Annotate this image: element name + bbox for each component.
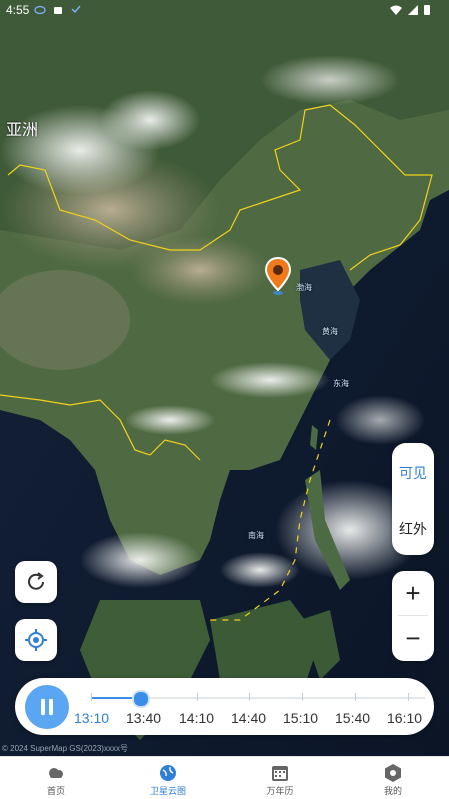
calendar-icon [272,766,288,781]
cloud-status-icon [34,5,46,15]
region-label: 亚洲 [6,122,39,139]
zoom-control: + − [392,571,434,661]
layer-visible-option[interactable]: 可见 [392,463,434,483]
tab-calendar[interactable]: 万年历 [224,757,336,799]
tab-label: 首页 [46,786,65,796]
locate-button[interactable] [15,619,57,661]
time-label[interactable]: 13:40 [126,710,161,726]
bottom-tab-bar: 首页 卫星云图 万年历 我的 [0,756,449,799]
time-label[interactable]: 14:40 [231,710,266,726]
time-label[interactable]: 14:10 [179,710,214,726]
tab-home[interactable]: 首页 [0,757,112,799]
tab-satellite[interactable]: 卫星云图 [112,757,224,799]
sea-label-south: 南海 [248,531,264,540]
pause-button[interactable] [25,685,69,729]
tab-label: 万年历 [266,786,294,796]
timeline-thumb[interactable] [132,690,150,708]
refresh-button[interactable] [15,561,57,603]
cloud-icon [49,768,63,778]
zoom-out-button[interactable]: − [392,616,434,660]
locate-icon [25,629,47,651]
wifi-icon [390,5,402,15]
sea-label-bohai: 渤海 [296,283,312,292]
status-bar: 4:55 [0,0,449,20]
hexagon-icon [385,764,401,782]
time-label[interactable]: 16:10 [387,710,422,726]
tab-profile[interactable]: 我的 [337,757,449,799]
sea-label-yellow: 黄海 [322,327,338,336]
refresh-icon [28,572,44,590]
timeline-tick [91,693,92,701]
battery-icon [424,5,430,15]
satellite-map[interactable]: 亚洲 渤海 黄海 东海 南海 [0,0,449,756]
check-status-icon [71,5,81,14]
timeline-tick [408,693,409,701]
layer-infrared-option[interactable]: 红外 [392,519,434,539]
android-status-icon [54,7,62,14]
tab-label: 我的 [383,786,402,796]
time-label[interactable]: 15:40 [335,710,370,726]
time-label[interactable]: 13:10 [74,710,109,726]
location-pin-icon[interactable] [264,256,292,296]
map-attribution: © 2024 SuperMap GS(2023)xxxx号 [2,744,128,753]
timeline-tick [197,693,198,701]
timeline-tick [355,693,356,701]
timeline-player: 13:10 13:40 14:10 14:40 15:10 15:40 16:1… [15,678,434,735]
tab-label: 卫星云图 [149,786,186,796]
signal-icon [408,5,418,15]
timeline-tick [302,693,303,701]
satellite-imagery [0,0,449,756]
timeline-tick [249,693,250,701]
status-time: 4:55 [6,3,30,17]
zoom-in-button[interactable]: + [392,571,434,615]
sea-label-east: 东海 [333,379,349,388]
globe-icon [160,765,176,781]
time-label[interactable]: 15:10 [283,710,318,726]
pause-icon [41,699,53,715]
layer-toggle: 可见 红外 [392,443,434,555]
